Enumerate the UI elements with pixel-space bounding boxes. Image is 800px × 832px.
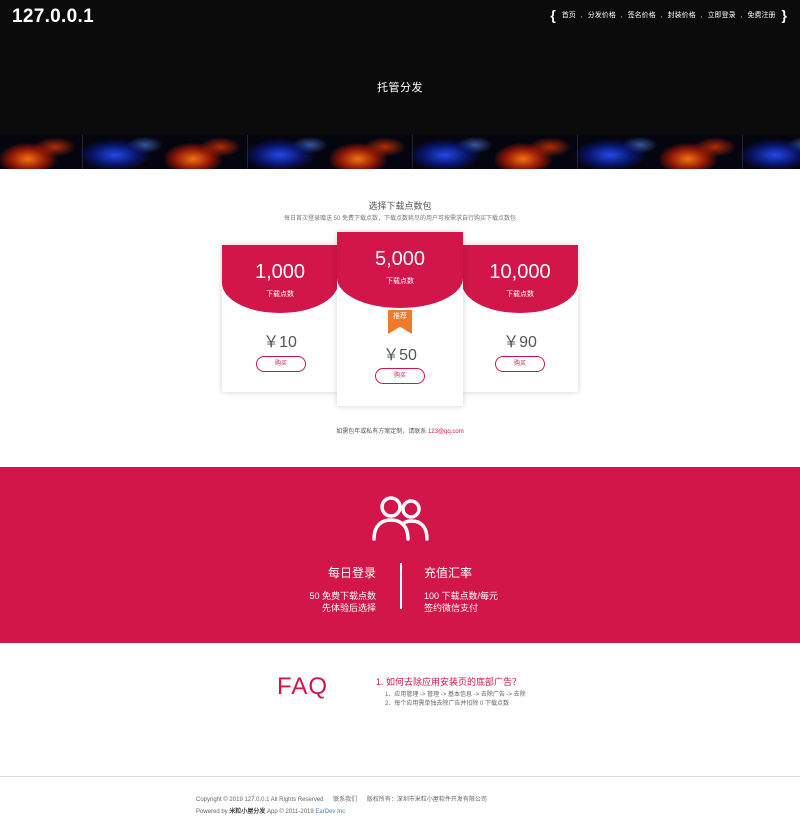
exchange-rate-line: 签约微信支付	[424, 603, 479, 613]
faq-question: 1. 如何去除应用安装页的底部广告？	[376, 677, 522, 687]
banner-tile	[0, 135, 165, 169]
contact-text: 如需包年或私有方案定制，请联系	[336, 429, 427, 435]
package-unit: 下载点数	[266, 291, 294, 298]
features-band: 每日登录 50 免费下载点数 先体验后选择 充值汇率 100 下载点数/每元 签…	[0, 467, 800, 643]
package-card-header: 1,000 下载点数	[222, 245, 338, 313]
footer-copyright-row: Copyright © 2019 127.0.0.1 All Rights Re…	[196, 794, 487, 803]
nav-package-price[interactable]: 封装价格	[668, 10, 696, 20]
main-nav: { 首页, 分发价格, 签名价格, 封装价格, 立即登录, 免费注册 }	[550, 7, 787, 23]
nav-distribution-price[interactable]: 分发价格	[588, 10, 616, 20]
package-amount: 1,000	[254, 261, 306, 283]
package-unit: 下载点数	[506, 291, 534, 298]
package-card-header: 5,000 下载点数	[337, 232, 463, 308]
nav-signature-price[interactable]: 签名价格	[628, 10, 656, 20]
faq-answer-line: 1、应用管理 -> 管理 -> 基本信息 -> 去除广告 -> 去除	[385, 692, 526, 698]
banner-tile	[495, 135, 660, 169]
package-card-5000: 10,000 下载点数 ￥90 购买	[462, 245, 578, 392]
package-price: ￥90	[503, 334, 537, 351]
powered-app-text: App © 2011-2019	[267, 809, 314, 815]
recommended-badge: 推荐	[388, 310, 412, 334]
nav-register[interactable]: 免费注册	[748, 10, 776, 20]
nav-right-brace: }	[781, 7, 787, 23]
daily-login-line: 50 免费下载点数	[309, 591, 376, 601]
package-price: ￥10	[263, 334, 297, 351]
developer-link[interactable]: EarDev Inc	[315, 809, 345, 815]
banner-tile	[660, 135, 800, 169]
header-hero: 127.0.0.1 { 首页, 分发价格, 签名价格, 封装价格, 立即登录, …	[0, 0, 800, 135]
buy-button-5000[interactable]: 购买	[375, 368, 425, 384]
owner-text: 版权所有：深圳市米粒小屋软件开发有限公司	[366, 797, 487, 803]
page-title: 托管分发	[377, 82, 423, 94]
footer-powered-row: Powered by 米粒小屋分发 App © 2011-2019 EarDev…	[196, 806, 345, 815]
faq-answer-line: 2、每个应用需单独去除广告并扣除 0 下载点数	[385, 701, 510, 707]
nav-login[interactable]: 立即登录	[708, 10, 736, 20]
package-amount: 5,000	[374, 248, 426, 270]
decorative-banner-strip	[0, 135, 800, 169]
contact-us-link[interactable]: 联系我们	[333, 797, 357, 803]
powered-brand-link[interactable]: 米粒小屋分发	[229, 809, 265, 815]
buy-button-10000[interactable]: 购买	[495, 356, 545, 372]
package-amount: 10,000	[489, 261, 551, 283]
daily-login-heading: 每日登录	[327, 566, 376, 580]
package-card-header: 10,000 下载点数	[462, 245, 578, 313]
footer-divider	[0, 776, 800, 777]
buy-button-1000[interactable]: 购买	[256, 356, 306, 372]
custom-plan-contact: 如需包年或私有方案定制，请联系 123@qq.com	[0, 426, 800, 435]
powered-prefix: Powered by	[196, 809, 228, 815]
nav-left-brace: {	[550, 7, 556, 23]
banner-tile	[165, 135, 330, 169]
package-card-featured: 5,000 下载点数 推荐 ￥50 购买	[337, 232, 463, 406]
package-unit: 下载点数	[386, 278, 414, 285]
feature-divider	[400, 563, 402, 609]
nav-home[interactable]: 首页	[562, 10, 576, 20]
exchange-rate-heading: 充值汇率	[424, 566, 473, 580]
banner-tile	[330, 135, 495, 169]
exchange-rate-feature: 充值汇率 100 下载点数/每元 签约微信支付	[424, 564, 498, 614]
users-icon	[372, 496, 429, 541]
packages-title: 选择下载点数包	[368, 201, 432, 211]
exchange-rate-line: 100 下载点数/每元	[424, 591, 499, 601]
daily-login-line: 先体验后选择	[321, 603, 376, 613]
copyright-text: Copyright © 2019 127.0.0.1 All Rights Re…	[196, 797, 324, 803]
packages-subtitle: 每日首次登录赠送 50 免费下载点数，下载点数耗尽的用户可按需求自行购买下载点数…	[283, 216, 516, 222]
package-card-1000: 1,000 下载点数 ￥10 购买	[222, 245, 338, 392]
package-price: ￥50	[383, 347, 417, 364]
faq-title: FAQ	[277, 673, 329, 700]
site-logo[interactable]: 127.0.0.1	[12, 6, 94, 28]
contact-email-link[interactable]: 123@qq.com	[428, 429, 464, 435]
daily-login-feature: 每日登录 50 免费下载点数 先体验后选择	[309, 564, 376, 614]
